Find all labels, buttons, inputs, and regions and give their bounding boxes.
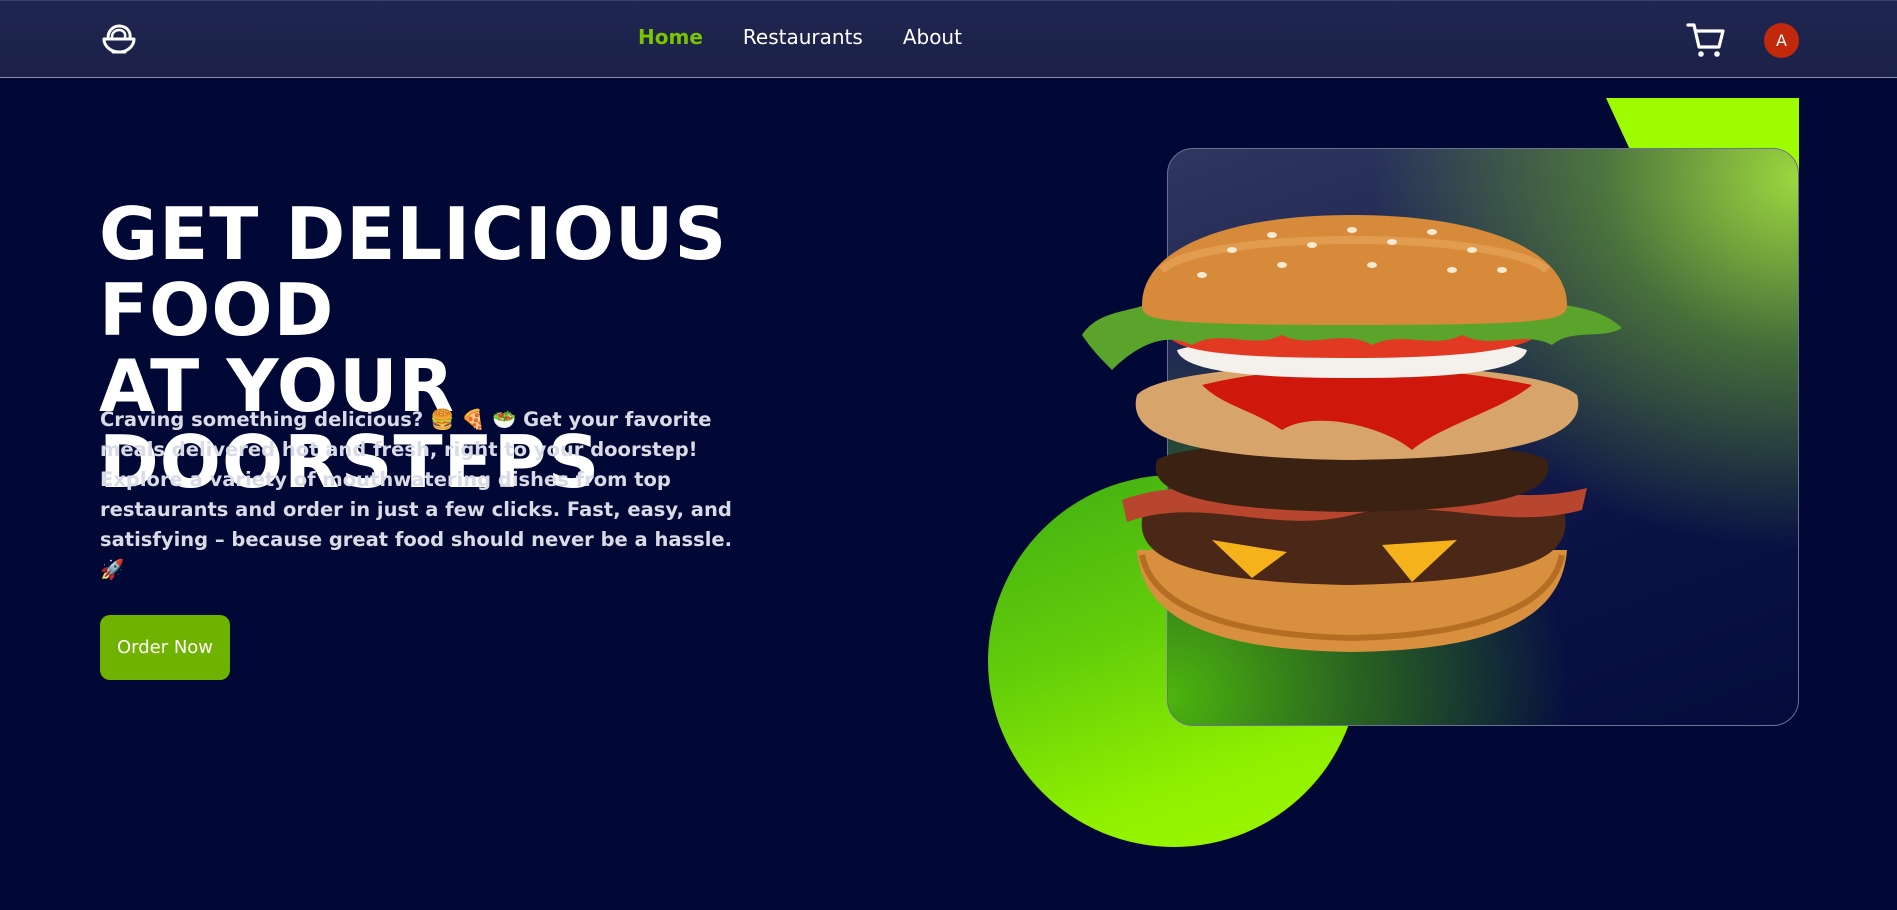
burger-image: [1082, 215, 1622, 652]
nav-link-about[interactable]: About: [903, 25, 962, 49]
nav-link-restaurants[interactable]: Restaurants: [743, 25, 863, 49]
hero-title-line-1: GET DELICIOUS FOOD: [99, 192, 728, 352]
main-nav: Home Restaurants About: [638, 25, 962, 49]
food-bowl-icon[interactable]: [100, 21, 138, 59]
order-now-button[interactable]: Order Now: [100, 615, 230, 680]
nav-link-home[interactable]: Home: [638, 25, 703, 49]
shopping-cart-icon[interactable]: [1686, 21, 1726, 59]
user-avatar[interactable]: A: [1764, 23, 1799, 58]
hero-description: Craving something delicious? 🍔 🍕 🥗 Get y…: [100, 408, 733, 581]
navbar: Home Restaurants About A: [0, 0, 1897, 78]
